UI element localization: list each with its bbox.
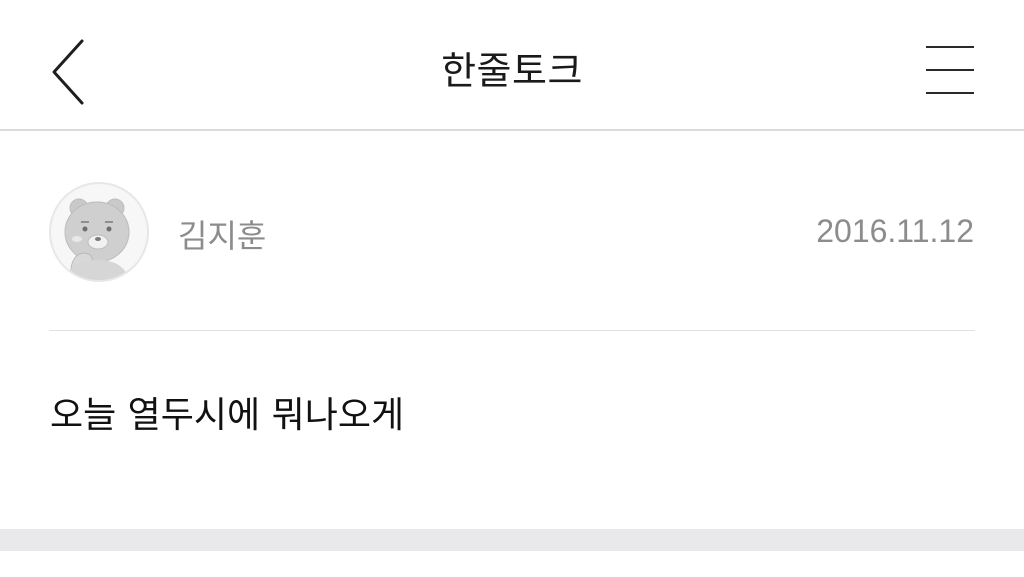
avatar[interactable] <box>49 182 149 282</box>
bottom-area <box>0 551 1024 577</box>
page-title: 한줄토크 <box>441 49 583 93</box>
section-separator <box>0 529 1024 551</box>
screen: 한줄토크 김지훈 2016.11.12 오늘 열두시에 뭐나오게 <box>0 0 1024 577</box>
author-name[interactable]: 김지훈 <box>178 211 266 257</box>
divider <box>49 330 975 331</box>
post-meta: 김지훈 2016.11.12 <box>0 131 1024 331</box>
post-body: 오늘 열두시에 뭐나오게 <box>50 395 405 436</box>
top-nav-bar: 한줄토크 <box>0 0 1024 131</box>
character-avatar-icon <box>64 198 130 280</box>
menu-button[interactable] <box>916 40 984 104</box>
post-date: 2016.11.12 <box>816 213 974 249</box>
